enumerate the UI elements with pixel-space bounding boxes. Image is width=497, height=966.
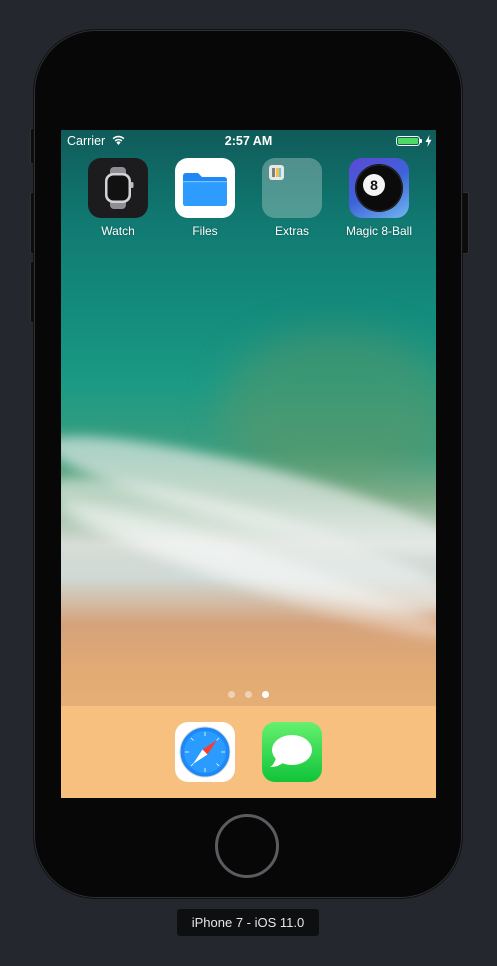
- folder-app-preview-icon: [269, 165, 284, 180]
- power-button[interactable]: [461, 192, 469, 254]
- app-label: Files: [192, 224, 218, 238]
- safari-icon[interactable]: [175, 722, 235, 782]
- page-dot[interactable]: [228, 691, 235, 698]
- folder-icon: [262, 158, 322, 218]
- app-label: Watch: [101, 224, 135, 238]
- status-bar: Carrier 2:57 AM: [61, 130, 436, 152]
- app-watch[interactable]: Watch: [74, 158, 162, 238]
- magic-8-ball-number: 8: [370, 177, 378, 193]
- home-screen[interactable]: Carrier 2:57 AM Watch Files Extras 8 Mag…: [61, 130, 436, 798]
- status-time: 2:57 AM: [224, 134, 273, 148]
- watch-icon: [88, 158, 148, 218]
- folder-extras[interactable]: Extras: [248, 158, 336, 238]
- messages-icon[interactable]: [262, 722, 322, 782]
- page-indicator[interactable]: [61, 691, 436, 698]
- charging-bolt-icon: [425, 135, 432, 147]
- page-dot[interactable]: [245, 691, 252, 698]
- dock: [61, 706, 436, 798]
- page-dot-active[interactable]: [262, 691, 269, 698]
- battery-level: [398, 138, 418, 144]
- battery-icon: [396, 136, 420, 146]
- app-label: Extras: [274, 224, 309, 238]
- home-button[interactable]: [215, 814, 279, 878]
- battery-tip: [420, 139, 422, 143]
- simulator-window: Carrier 2:57 AM Watch Files Extras 8 Mag…: [0, 0, 497, 966]
- wallpaper-reef: [221, 330, 436, 480]
- files-icon: [175, 158, 235, 218]
- app-label: Magic 8-Ball: [345, 224, 413, 238]
- magic-8-ball-icon: 8: [349, 158, 409, 218]
- device-label: iPhone 7 - iOS 11.0: [177, 909, 319, 936]
- app-files[interactable]: Files: [161, 158, 249, 238]
- app-magic-8-ball[interactable]: 8 Magic 8-Ball: [335, 158, 423, 238]
